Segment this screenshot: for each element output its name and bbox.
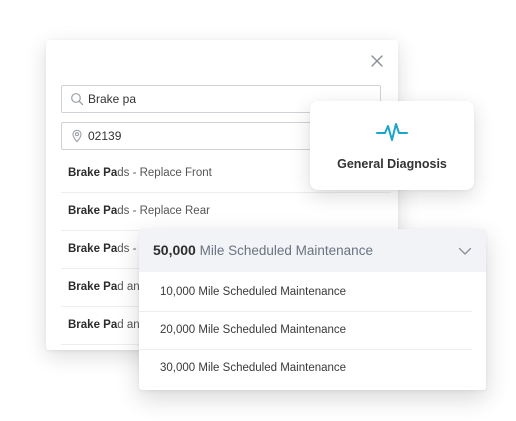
location-pin-icon [70, 129, 84, 143]
selected-number: 50,000 [153, 242, 196, 258]
maintenance-dropdown: 50,000 Mile Scheduled Maintenance 10,000… [139, 229, 486, 390]
general-diagnosis-label: General Diagnosis [337, 157, 447, 171]
heartbeat-icon [375, 121, 409, 143]
result-match: Brake Pa [68, 319, 118, 331]
result-rest: d an [117, 319, 140, 331]
result-rest: ds - Replace Rear [117, 205, 210, 217]
general-diagnosis-card[interactable]: General Diagnosis [310, 101, 474, 190]
result-match: Brake Pa [68, 167, 118, 179]
maintenance-select[interactable]: 50,000 Mile Scheduled Maintenance [139, 229, 486, 272]
result-match: Brake Pa [68, 281, 118, 293]
result-match: Brake Pa [68, 243, 118, 255]
dropdown-options: 10,000 Mile Scheduled Maintenance 20,000… [139, 274, 486, 387]
result-rest: d an [117, 281, 140, 293]
result-rest: ds - [117, 243, 137, 255]
stage: Brake Pads - Replace Front Brake Pads - … [0, 0, 516, 421]
dropdown-option[interactable]: 30,000 Mile Scheduled Maintenance [139, 350, 472, 387]
dropdown-option[interactable]: 10,000 Mile Scheduled Maintenance [139, 274, 472, 312]
search-icon [70, 92, 84, 106]
result-rest: ds - Replace Front [117, 167, 212, 179]
result-match: Brake Pa [68, 205, 118, 217]
selected-value: 50,000 Mile Scheduled Maintenance [153, 229, 373, 272]
dropdown-option[interactable]: 20,000 Mile Scheduled Maintenance [139, 312, 472, 350]
selected-text: Mile Scheduled Maintenance [199, 243, 373, 258]
close-icon[interactable] [368, 52, 386, 70]
result-item[interactable]: Brake Pads - Replace Rear [61, 193, 391, 231]
chevron-down-icon[interactable] [458, 244, 472, 256]
